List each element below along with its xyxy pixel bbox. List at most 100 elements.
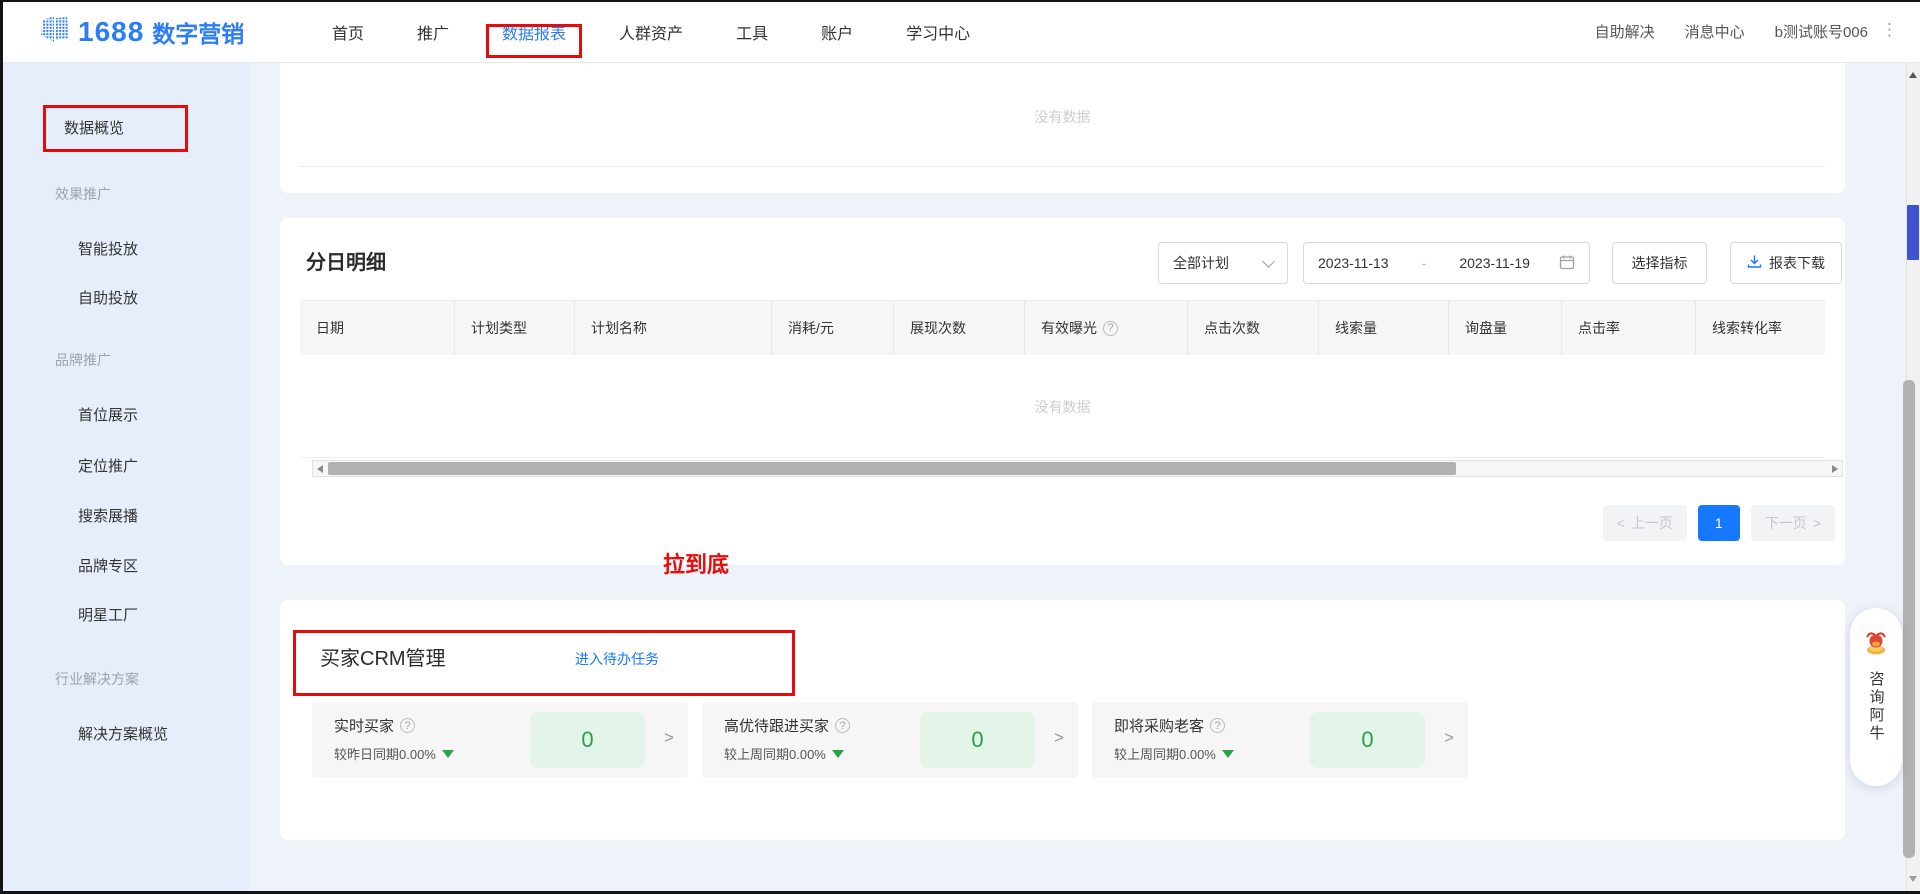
- col-plan-name: 计划名称: [575, 301, 772, 355]
- metric-value: 0: [530, 712, 645, 768]
- logo-suffix-text: 数字营销: [152, 15, 244, 49]
- col-impressions: 展现次数: [894, 301, 1025, 355]
- nav-message-center[interactable]: 消息中心: [1685, 21, 1745, 42]
- metric-value: 0: [920, 712, 1035, 768]
- nav-item-audience-assets[interactable]: 人群资产: [619, 20, 683, 44]
- sidebar-item-solution-overview[interactable]: 解决方案概览: [78, 723, 168, 744]
- sidebar-item-brand-zone[interactable]: 品牌专区: [78, 555, 138, 576]
- chevron-left-icon: <: [1617, 515, 1625, 531]
- butterfly-logo-icon: [40, 14, 70, 49]
- pagination: < 上一页 1 下一页 >: [1603, 505, 1835, 541]
- nav-item-home[interactable]: 首页: [332, 20, 364, 44]
- next-page-button[interactable]: 下一页 >: [1751, 505, 1835, 541]
- sidebar-item-smart-delivery[interactable]: 智能投放: [78, 238, 138, 259]
- metric-value: 0: [1310, 712, 1425, 768]
- trend-down-icon[interactable]: [442, 750, 454, 758]
- scroll-right-arrow-icon[interactable]: [1832, 465, 1838, 473]
- col-ctr: 点击率: [1562, 301, 1696, 355]
- vertical-scrollbar-thumb-outer[interactable]: [1907, 205, 1919, 260]
- table-header-row: 日期 计划类型 计划名称 消耗/元 展现次数 有效曝光? 点击次数 线索量 询盘…: [300, 300, 1825, 355]
- vertical-scrollbar-thumb-inner[interactable]: [1903, 380, 1915, 858]
- plan-filter-select[interactable]: 全部计划: [1158, 242, 1288, 284]
- current-page-button[interactable]: 1: [1698, 505, 1740, 541]
- select-metrics-label: 选择指标: [1632, 253, 1688, 273]
- col-clicks: 点击次数: [1188, 301, 1319, 355]
- report-download-label: 报表下载: [1769, 253, 1825, 273]
- top-navbar: 1688 数字营销 首页 推广 数据报表 人群资产 工具 账户 学习中心 自助解…: [0, 0, 1920, 63]
- scroll-left-arrow-icon[interactable]: [317, 465, 323, 473]
- metric-label: 高优待跟进买家: [724, 715, 829, 736]
- page-root: 1688 数字营销 首页 推广 数据报表 人群资产 工具 账户 学习中心 自助解…: [0, 0, 1920, 894]
- nav-item-promotion[interactable]: 推广: [417, 20, 449, 44]
- help-icon[interactable]: ?: [1210, 718, 1225, 733]
- chevron-right-icon[interactable]: >: [1444, 728, 1454, 748]
- date-range-picker[interactable]: 2023-11-13 - 2023-11-19: [1303, 242, 1590, 284]
- col-valid-exposure: 有效曝光?: [1025, 301, 1188, 355]
- sidebar-item-search-broadcast[interactable]: 搜索展播: [78, 505, 138, 526]
- metric-compare: 较上周同期0.00%: [724, 744, 826, 763]
- nav-item-account[interactable]: 账户: [821, 20, 853, 44]
- sidebar-section-industry-solutions: 行业解决方案: [55, 669, 139, 689]
- annotation-scroll-hint: 拉到底: [663, 547, 729, 579]
- sidebar-item-star-factory[interactable]: 明星工厂: [78, 604, 138, 625]
- horizontal-scrollbar-thumb[interactable]: [328, 462, 1456, 475]
- help-icon[interactable]: ?: [835, 718, 850, 733]
- empty-data-text: 没有数据: [300, 397, 1825, 417]
- scroll-up-arrow-icon[interactable]: [1909, 72, 1917, 78]
- col-lead-conversion: 线索转化率: [1696, 301, 1825, 355]
- sidebar-item-top-display[interactable]: 首位展示: [78, 404, 138, 425]
- chevron-right-icon[interactable]: >: [1054, 728, 1064, 748]
- col-plan-type: 计划类型: [455, 301, 575, 355]
- metric-compare: 较昨日同期0.00%: [334, 744, 436, 763]
- daily-detail-card: 分日明细 全部计划 2023-11-13 - 2023-11-19 选择指标: [280, 218, 1845, 565]
- nav-account-name[interactable]: b测试账号006: [1775, 21, 1868, 42]
- consult-aniu-widget[interactable]: 咨询阿牛: [1850, 608, 1902, 786]
- nav-right-group: 自助解决 消息中心 b测试账号006: [1595, 0, 1868, 63]
- date-start: 2023-11-13: [1318, 255, 1389, 271]
- top-chart-card: 没有数据: [280, 63, 1845, 193]
- nav-self-help[interactable]: 自助解决: [1595, 21, 1655, 42]
- trend-down-icon[interactable]: [832, 750, 844, 758]
- ox-mascot-icon: [1863, 630, 1889, 661]
- sidebar-item-data-overview[interactable]: 数据概览: [64, 117, 124, 138]
- metric-card-realtime-buyers[interactable]: 实时买家? 较昨日同期0.00% 0 >: [312, 702, 688, 778]
- metric-card-returning-customers[interactable]: 即将采购老客? 较上周同期0.00% 0 >: [1092, 702, 1468, 778]
- table-body: 没有数据: [300, 355, 1825, 458]
- crm-title: 买家CRM管理: [320, 642, 446, 671]
- sidebar-section-brand-promo: 品牌推广: [55, 350, 111, 370]
- nav-item-data-report[interactable]: 数据报表: [502, 20, 566, 44]
- help-icon[interactable]: ?: [400, 718, 415, 733]
- metric-label: 即将采购老客: [1114, 715, 1204, 736]
- logo-brand-text: 1688: [78, 16, 144, 48]
- main-nav: 首页 推广 数据报表 人群资产 工具 账户 学习中心: [332, 0, 970, 63]
- scroll-down-arrow-icon[interactable]: [1909, 876, 1917, 882]
- metric-label: 实时买家: [334, 715, 394, 736]
- col-leads: 线索量: [1319, 301, 1449, 355]
- card-divider: [300, 166, 1825, 167]
- metric-card-high-priority-buyers[interactable]: 高优待跟进买家? 较上周同期0.00% 0 >: [702, 702, 1078, 778]
- select-metrics-button[interactable]: 选择指标: [1612, 242, 1707, 284]
- nav-item-learning-center[interactable]: 学习中心: [906, 20, 970, 44]
- nav-item-tools[interactable]: 工具: [736, 20, 768, 44]
- todo-tasks-link[interactable]: 进入待办任务: [575, 649, 659, 669]
- crm-card: 买家CRM管理 进入待办任务 实时买家? 较昨日同期0.00% 0 > 高优待跟…: [280, 600, 1845, 840]
- help-icon[interactable]: ?: [1103, 321, 1118, 336]
- date-end: 2023-11-19: [1459, 255, 1530, 271]
- calendar-icon: [1559, 254, 1575, 273]
- brand-logo[interactable]: 1688 数字营销: [40, 14, 244, 49]
- chevron-right-icon: >: [1813, 515, 1821, 531]
- horizontal-scrollbar[interactable]: [312, 460, 1843, 477]
- chevron-right-icon[interactable]: >: [664, 728, 674, 748]
- empty-data-text: 没有数据: [280, 107, 1845, 127]
- prev-page-button[interactable]: < 上一页: [1603, 505, 1687, 541]
- more-menu-icon[interactable]: ⋮: [1881, 20, 1898, 40]
- report-download-button[interactable]: 报表下载: [1730, 242, 1842, 284]
- trend-down-icon[interactable]: [1222, 750, 1234, 758]
- sidebar-item-self-delivery[interactable]: 自助投放: [78, 287, 138, 308]
- col-date: 日期: [300, 301, 455, 355]
- sidebar-item-position-promo[interactable]: 定位推广: [78, 455, 138, 476]
- sidebar-section-effect-promo: 效果推广: [55, 184, 111, 204]
- download-icon: [1747, 254, 1762, 272]
- sidebar: 数据概览 效果推广 智能投放 自助投放 品牌推广 首位展示 定位推广 搜索展播 …: [0, 63, 250, 894]
- plan-filter-value: 全部计划: [1173, 253, 1229, 273]
